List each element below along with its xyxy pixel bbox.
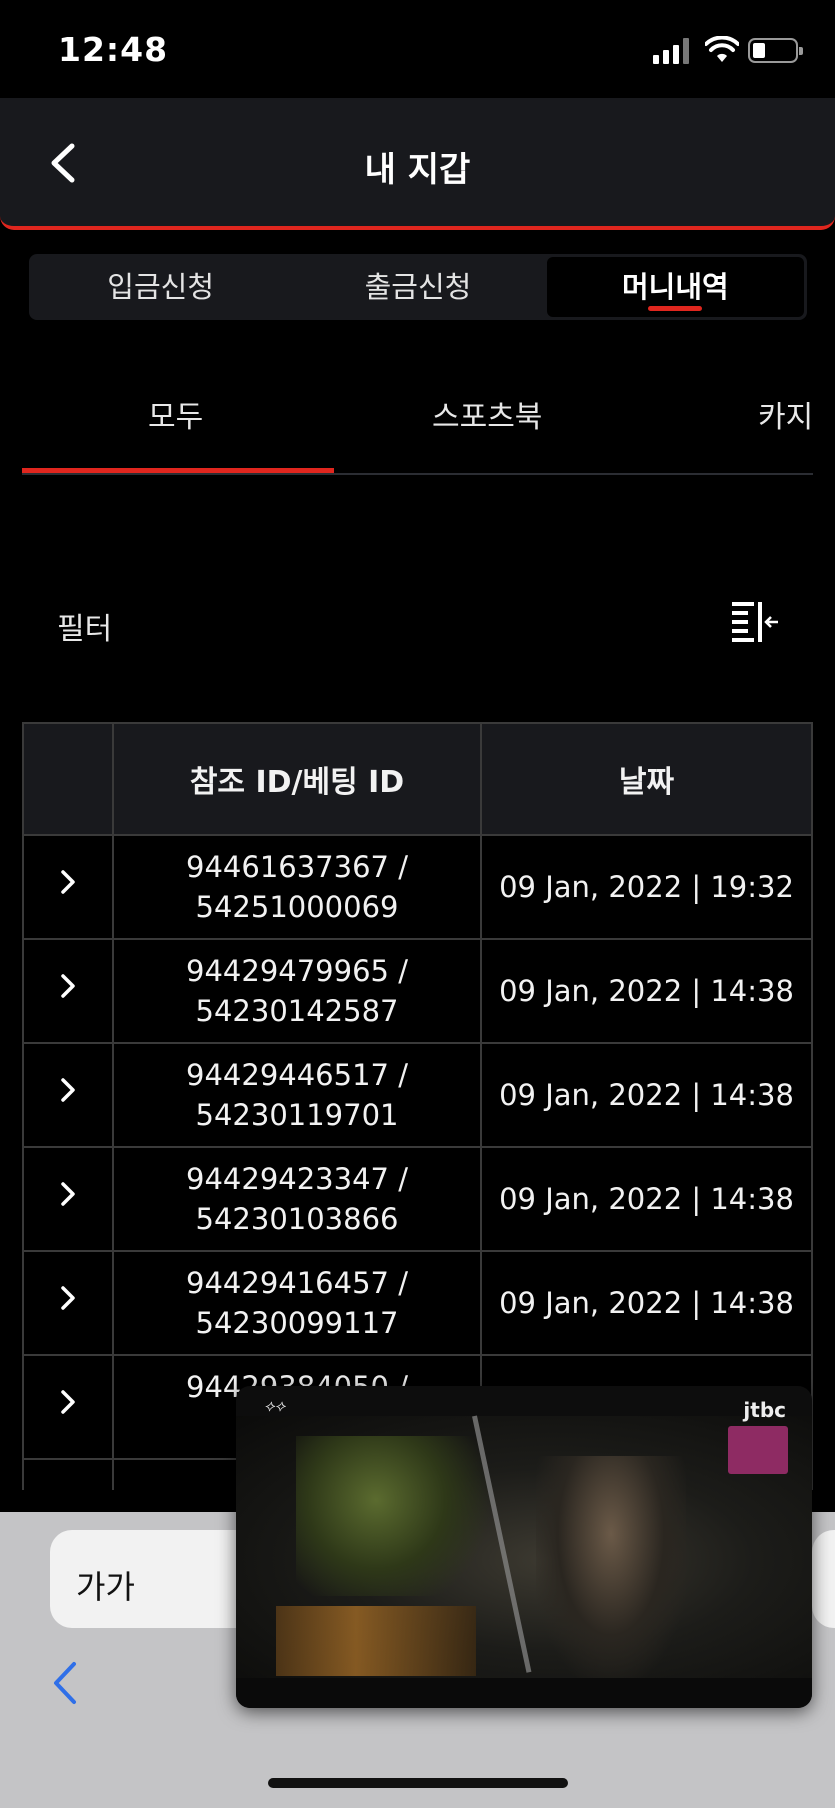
filter-label: 필터 bbox=[57, 612, 113, 647]
channel-logo: jtbc bbox=[743, 1398, 786, 1422]
expand-cell[interactable] bbox=[22, 1458, 114, 1490]
tab-deposit-request[interactable]: 입금신청 bbox=[32, 257, 289, 317]
category-tabs: 모두 스포츠북 카지 bbox=[22, 360, 813, 475]
ref-id: 94461637367 / bbox=[186, 850, 408, 884]
expand-cell[interactable] bbox=[22, 1250, 114, 1356]
bet-id: 54251000069 bbox=[195, 890, 399, 924]
tab-withdraw-request[interactable]: 출금신청 bbox=[289, 257, 546, 317]
expand-cell[interactable] bbox=[22, 938, 114, 1044]
cellular-signal-icon bbox=[653, 38, 693, 64]
status-bar: 12:48 bbox=[0, 0, 835, 98]
column-header-date: 날짜 bbox=[480, 722, 813, 836]
ref-id: 94429479965 / bbox=[186, 954, 408, 988]
tab-label: 출금신청 bbox=[364, 270, 472, 304]
tab-label: 머니내역 bbox=[621, 270, 729, 304]
next-tab-pill[interactable] bbox=[812, 1530, 835, 1628]
ref-id-cell: 94429446517 / 54230119701 bbox=[112, 1042, 482, 1148]
column-header-ref-id: 참조 ID/베팅 ID bbox=[112, 722, 482, 836]
bet-id: 54230103866 bbox=[195, 1202, 399, 1236]
ref-id-cell: 94461637367 / 54251000069 bbox=[112, 834, 482, 940]
ref-id: 94429423347 / bbox=[186, 1162, 408, 1196]
column-header-expand bbox=[22, 722, 114, 836]
app-header: 내 지갑 bbox=[0, 98, 835, 230]
expand-cell[interactable] bbox=[22, 1042, 114, 1148]
tab-label: 입금신청 bbox=[107, 270, 215, 304]
chevron-right-icon[interactable] bbox=[58, 1283, 78, 1313]
ref-id-cell: 94429479965 / 54230142587 bbox=[112, 938, 482, 1044]
expand-cell[interactable] bbox=[22, 834, 114, 940]
category-tab-casino[interactable]: 카지 bbox=[758, 392, 813, 436]
bet-id: 54230142587 bbox=[195, 994, 399, 1028]
table-row[interactable]: 94429416457 / 54230099117 09 Jan, 2022 | … bbox=[22, 1250, 813, 1356]
chevron-right-icon[interactable] bbox=[58, 1179, 78, 1209]
chevron-right-icon[interactable] bbox=[58, 1075, 78, 1105]
date-cell: 09 Jan, 2022 | 14:38 bbox=[480, 938, 813, 1044]
table-header-row: 참조 ID/베팅 ID 날짜 bbox=[22, 722, 813, 836]
money-history-table: 참조 ID/베팅 ID 날짜 94461637367 / 54251000069 … bbox=[22, 722, 813, 1490]
date-cell: 09 Jan, 2022 | 19:32 bbox=[480, 834, 813, 940]
ref-id-cell: 94429423347 / 54230103866 bbox=[112, 1146, 482, 1252]
browser-back-icon[interactable] bbox=[50, 1660, 80, 1706]
tab-money-history[interactable]: 머니내역 bbox=[546, 257, 804, 317]
filter-toggle-icon[interactable] bbox=[730, 598, 780, 642]
table-row[interactable]: 94461637367 / 54251000069 09 Jan, 2022 | … bbox=[22, 834, 813, 940]
video-controls-bar bbox=[236, 1678, 812, 1708]
date-cell: 09 Jan, 2022 | 14:38 bbox=[480, 1250, 813, 1356]
table-row[interactable]: 94429479965 / 54230142587 09 Jan, 2022 | … bbox=[22, 938, 813, 1044]
date-cell: 09 Jan, 2022 | 14:38 bbox=[480, 1042, 813, 1148]
chevron-right-icon[interactable] bbox=[58, 867, 78, 897]
status-time: 12:48 bbox=[58, 30, 169, 69]
show-logo: ⟡⟡ bbox=[264, 1396, 286, 1415]
bet-id: 54230119701 bbox=[195, 1098, 399, 1132]
category-tab-sportsbook[interactable]: 스포츠북 bbox=[432, 392, 542, 436]
category-tab-all[interactable]: 모두 bbox=[148, 392, 203, 436]
chevron-right-icon[interactable] bbox=[58, 1387, 78, 1417]
ref-id-cell: 94429416457 / 54230099117 bbox=[112, 1250, 482, 1356]
expand-cell[interactable] bbox=[22, 1146, 114, 1252]
chevron-right-icon[interactable] bbox=[58, 971, 78, 1001]
promo-badge bbox=[728, 1426, 788, 1474]
table-row[interactable]: 94429423347 / 54230103866 09 Jan, 2022 | … bbox=[22, 1146, 813, 1252]
ref-id: 94429446517 / bbox=[186, 1058, 408, 1092]
tab-active-indicator bbox=[648, 306, 703, 311]
battery-icon bbox=[748, 38, 803, 63]
page-title: 내 지갑 bbox=[364, 150, 471, 190]
expand-cell[interactable] bbox=[22, 1354, 114, 1460]
category-active-indicator bbox=[22, 468, 334, 473]
video-frame bbox=[236, 1415, 812, 1678]
wifi-icon bbox=[705, 36, 739, 62]
table-row[interactable]: 94429446517 / 54230119701 09 Jan, 2022 | … bbox=[22, 1042, 813, 1148]
pip-video-player[interactable]: ⟡⟡ jtbc bbox=[236, 1386, 812, 1708]
text-size-button[interactable]: 가가 bbox=[76, 1562, 135, 1608]
home-indicator[interactable] bbox=[268, 1778, 568, 1788]
ref-id: 94429416457 / bbox=[186, 1266, 408, 1300]
bet-id: 54230099117 bbox=[195, 1306, 399, 1340]
wallet-tabs: 입금신청 출금신청 머니내역 bbox=[29, 254, 807, 320]
date-cell: 09 Jan, 2022 | 14:38 bbox=[480, 1146, 813, 1252]
